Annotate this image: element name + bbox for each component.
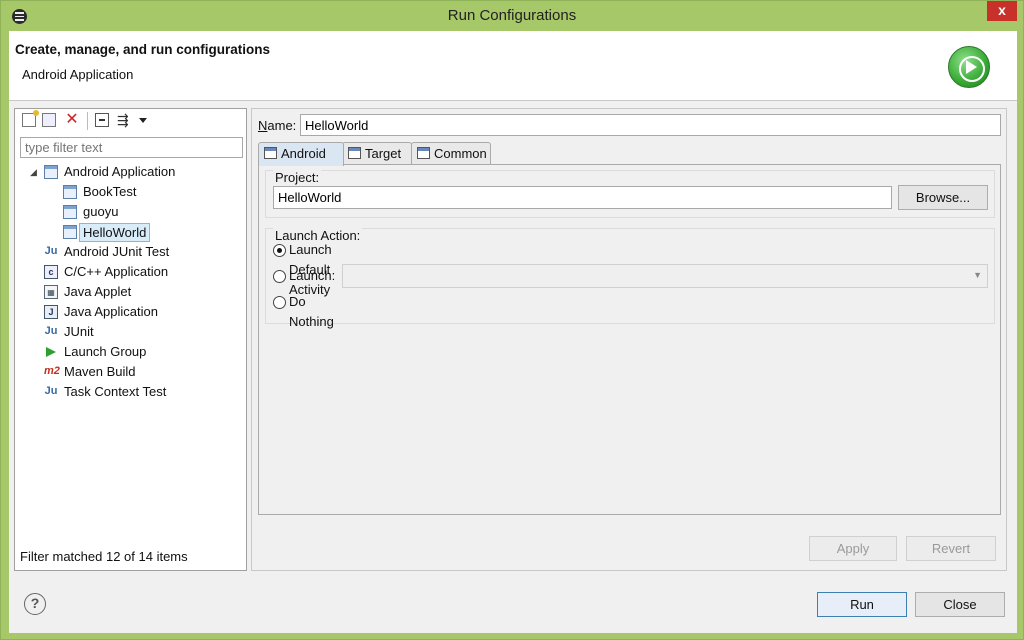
tree-item-label: JUnit [64, 324, 94, 339]
tree-item-java-applet[interactable]: ▦ Java Applet [15, 282, 246, 302]
radio-button[interactable] [273, 296, 286, 309]
tab-label: Common [434, 146, 487, 161]
name-label: Name: [258, 118, 297, 133]
java-applet-icon: ▦ [44, 285, 58, 299]
dialog-client-area: Create, manage, and run configurations A… [9, 31, 1017, 633]
config-toolbar: ✕ ⇶ [19, 110, 239, 131]
window-title: Run Configurations [447, 7, 577, 24]
maven-icon: m2 [44, 365, 60, 377]
radio-button-checked[interactable] [273, 244, 286, 257]
android-tab-icon [264, 147, 277, 159]
radio-label: Do Nothing [289, 294, 334, 329]
expanded-arrow-icon[interactable]: ◢ [30, 162, 37, 182]
tab-android[interactable]: Android [258, 142, 344, 166]
java-application-icon: J [44, 305, 58, 319]
launch-activity-select: ▼ [342, 264, 988, 288]
delete-config-icon[interactable]: ✕ [65, 112, 79, 128]
dialog-header: Create, manage, and run configurations A… [9, 31, 1017, 101]
duplicate-config-icon[interactable] [42, 113, 56, 127]
android-application-icon [63, 205, 77, 219]
run-configurations-window: Run Configurations x Create, manage, and… [0, 0, 1024, 640]
junit-icon: Ju [44, 325, 58, 337]
cpp-application-icon: c [44, 265, 58, 279]
launch-group-icon [46, 347, 56, 357]
tree-item-label: Java Application [64, 304, 158, 319]
header-title: Create, manage, and run configurations [15, 42, 271, 57]
android-application-icon [44, 165, 58, 179]
radio-label: Launch: [289, 268, 336, 283]
tree-item-launch-group[interactable]: Launch Group [15, 342, 246, 362]
tree-item-guoyu[interactable]: guoyu [15, 202, 246, 222]
view-menu-icon[interactable] [139, 118, 147, 123]
tab-label: Target [365, 146, 402, 161]
tree-item-cpp-application[interactable]: c C/C++ Application [15, 262, 246, 282]
filter-config-icon[interactable]: ⇶ [117, 113, 131, 127]
tree-item-maven-build[interactable]: m2 Maven Build [15, 362, 246, 382]
tree-item-label: BookTest [83, 184, 137, 199]
tree-item-label: Maven Build [64, 364, 136, 379]
revert-button: Revert [906, 536, 996, 561]
tree-item-label: C/C++ Application [64, 264, 169, 279]
tree-item-booktest[interactable]: BookTest [15, 182, 246, 202]
android-application-icon [63, 185, 77, 199]
chevron-down-icon: ▼ [973, 270, 982, 280]
tree-item-helloworld[interactable]: HelloWorld [15, 222, 246, 242]
name-field[interactable] [300, 114, 1001, 136]
android-tab-content: Project: Browse... Launch Action: Launch… [258, 164, 1001, 515]
tree-item-junit[interactable]: Ju JUnit [15, 322, 246, 342]
configuration-tree: ◢ Android Application BookTest guoyu Hel… [15, 162, 246, 402]
tab-target[interactable]: Target [342, 142, 412, 165]
filter-status: Filter matched 12 of 14 items [20, 549, 188, 564]
tab-common[interactable]: Common [411, 142, 491, 165]
tree-item-android-application[interactable]: ◢ Android Application [15, 162, 246, 182]
tree-item-label: Android JUnit Test [64, 244, 170, 259]
run-button[interactable]: Run [817, 592, 907, 617]
editor-tabs: Android Target Common [258, 142, 998, 166]
help-icon[interactable]: ? [24, 593, 46, 615]
collapse-all-icon[interactable] [95, 113, 109, 127]
new-config-icon[interactable] [22, 110, 39, 127]
android-application-icon [63, 225, 77, 239]
android-junit-icon: Ju [44, 245, 58, 257]
project-group: Project: Browse... [265, 170, 995, 218]
tree-item-label: Android Application [64, 164, 176, 179]
tree-item-label: HelloWorld [79, 223, 151, 242]
tree-item-label: Java Applet [64, 284, 132, 299]
configuration-editor-panel: Name: Android Target Common Projec [251, 108, 1007, 571]
tab-label: Android [281, 146, 326, 161]
toolbar-divider [87, 112, 88, 130]
tree-item-label: Launch Group [64, 344, 147, 359]
browse-button[interactable]: Browse... [898, 185, 988, 210]
configuration-list-panel: ✕ ⇶ ◢ Android Application BookTest [14, 108, 247, 571]
window-close-button[interactable]: x [987, 1, 1017, 21]
tree-item-label: guoyu [83, 204, 119, 219]
close-button[interactable]: Close [915, 592, 1005, 617]
run-icon [948, 46, 990, 88]
tree-item-android-junit-test[interactable]: Ju Android JUnit Test [15, 242, 246, 262]
project-group-label: Project: [273, 170, 322, 185]
common-tab-icon [417, 147, 430, 159]
title-bar: Run Configurations x [1, 1, 1023, 31]
task-context-icon: Ju [44, 385, 58, 397]
tree-item-task-context-test[interactable]: Ju Task Context Test [15, 382, 246, 402]
filter-input[interactable] [20, 137, 243, 158]
apply-button: Apply [809, 536, 897, 561]
launch-action-group: Launch Action: Launch Default Activity L… [265, 228, 995, 329]
header-subtitle: Android Application [22, 67, 134, 82]
project-field[interactable] [273, 186, 892, 209]
tree-item-java-application[interactable]: J Java Application [15, 302, 246, 322]
target-tab-icon [348, 147, 361, 159]
radio-button[interactable] [273, 270, 286, 283]
tree-item-label: Task Context Test [64, 384, 167, 399]
